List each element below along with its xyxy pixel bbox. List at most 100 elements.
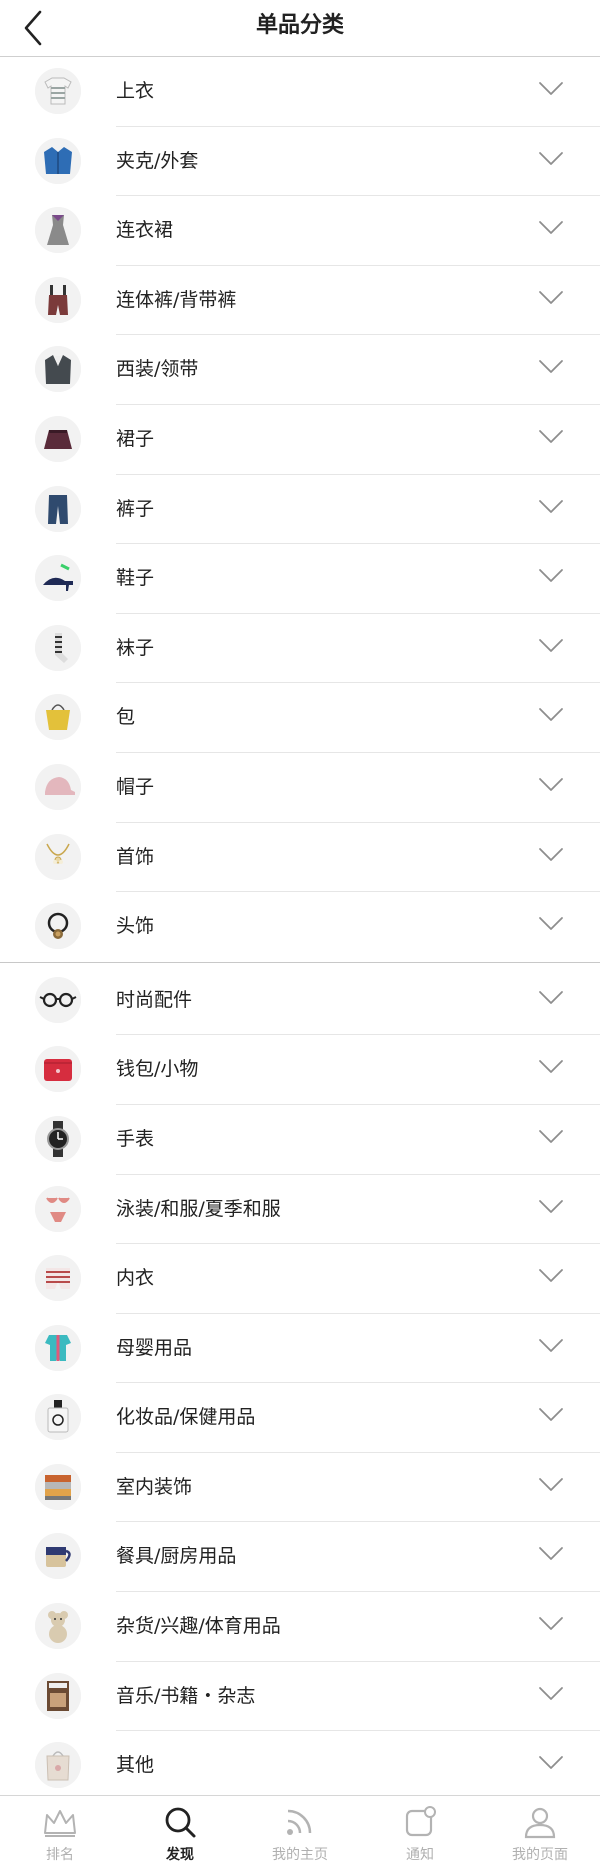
category-label: 夹克/外套 — [116, 149, 199, 172]
tab-crown[interactable]: 排名 — [0, 1796, 120, 1867]
chevron-down-icon[interactable] — [538, 429, 564, 445]
category-label: 餐具/厨房用品 — [116, 1545, 237, 1568]
category-label: 其他 — [116, 1754, 155, 1777]
category-label: 袜子 — [116, 636, 155, 659]
category-section: 时尚配件钱包/小物手表泳装/和服/夏季和服 内衣母婴用品化妆品/保健用品 室内装饰餐… — [0, 966, 600, 1801]
bag-icon — [35, 694, 81, 741]
chevron-down-icon[interactable] — [538, 1477, 564, 1493]
chevron-down-icon[interactable] — [538, 81, 564, 97]
perfume-icon — [35, 1394, 81, 1441]
category-label: 母婴用品 — [116, 1336, 193, 1359]
chevron-down-icon[interactable] — [538, 1338, 564, 1354]
search-icon — [162, 1805, 198, 1839]
category-list: 上衣夹克/外套连衣裙连体裤/背带裤 西装/领带裙子裤子鞋子袜子包帽子首饰头饰时尚配… — [0, 57, 600, 1801]
category-row[interactable]: 夹克/外套 — [0, 127, 600, 197]
category-label: 连体裤/背带裤 — [116, 288, 237, 311]
category-label: 室内装饰 — [116, 1475, 193, 1498]
category-row[interactable]: 钱包/小物 — [0, 1035, 600, 1105]
chevron-down-icon[interactable] — [538, 638, 564, 654]
chevron-down-icon[interactable] — [538, 1129, 564, 1145]
watch-icon — [35, 1115, 81, 1162]
category-label: 头饰 — [116, 915, 155, 938]
category-row[interactable]: 裙子 — [0, 405, 600, 475]
category-label: 音乐/书籍・杂志 — [116, 1684, 256, 1707]
wallet-icon — [35, 1046, 81, 1093]
category-row[interactable]: 音乐/书籍・杂志 — [0, 1662, 600, 1732]
chevron-down-icon[interactable] — [538, 1407, 564, 1423]
category-label: 手表 — [116, 1127, 155, 1150]
category-label: 西装/领带 — [116, 358, 199, 381]
hair-tie-icon — [35, 903, 81, 950]
notification-icon — [402, 1805, 438, 1839]
category-label: 泳装/和服/夏季和服 — [116, 1197, 281, 1220]
high-heel-icon — [35, 555, 81, 602]
category-row[interactable]: 餐具/厨房用品 — [0, 1522, 600, 1593]
category-label: 首饰 — [116, 845, 155, 868]
category-label: 杂货/兴趣/体育用品 — [116, 1615, 281, 1638]
category-label: 裤子 — [116, 497, 155, 520]
category-row[interactable]: 其他 — [0, 1731, 600, 1801]
chevron-down-icon[interactable] — [538, 220, 564, 236]
category-row[interactable]: 室内装饰 — [0, 1453, 600, 1523]
category-row[interactable]: 首饰 — [0, 823, 600, 893]
category-row[interactable]: 母婴用品 — [0, 1314, 600, 1384]
category-row[interactable]: 头饰 — [0, 892, 600, 962]
category-label: 化妆品/保健用品 — [116, 1406, 256, 1429]
tab-feed[interactable]: 我的主页 — [240, 1796, 360, 1867]
chevron-down-icon[interactable] — [538, 990, 564, 1006]
tab-label: 排名 — [46, 1847, 74, 1863]
category-label: 时尚配件 — [116, 988, 193, 1011]
chevron-down-icon[interactable] — [538, 1616, 564, 1632]
category-row[interactable]: 连衣裙 — [0, 196, 600, 266]
chevron-down-icon[interactable] — [538, 359, 564, 375]
chevron-down-icon[interactable] — [538, 707, 564, 723]
category-row[interactable]: 化妆品/保健用品 — [0, 1383, 600, 1453]
tab-label: 我的页面 — [512, 1847, 568, 1863]
category-row[interactable]: 袜子 — [0, 614, 600, 684]
category-row[interactable]: 连体裤/背带裤 — [0, 266, 600, 336]
chevron-down-icon[interactable] — [538, 1755, 564, 1771]
tab-notification[interactable]: 通知 — [360, 1796, 480, 1867]
chevron-down-icon[interactable] — [538, 777, 564, 793]
chevron-down-icon[interactable] — [538, 1199, 564, 1215]
category-row[interactable]: 上衣 — [0, 57, 600, 127]
category-section: 上衣夹克/外套连衣裙连体裤/背带裤 西装/领带裙子裤子鞋子袜子包帽子首饰头饰 — [0, 57, 600, 962]
page-title: 单品分类 — [255, 13, 344, 38]
category-row[interactable]: 裤子 — [0, 475, 600, 545]
feed-icon — [282, 1805, 318, 1839]
category-row[interactable]: 包 — [0, 683, 600, 753]
chevron-down-icon[interactable] — [538, 1686, 564, 1702]
user-icon — [522, 1805, 558, 1839]
category-row[interactable]: 帽子 — [0, 753, 600, 823]
chevron-down-icon[interactable] — [538, 847, 564, 863]
tab-user[interactable]: 我的页面 — [480, 1796, 600, 1867]
chevron-down-icon[interactable] — [538, 568, 564, 584]
chevron-down-icon[interactable] — [538, 151, 564, 167]
category-row[interactable]: 时尚配件 — [0, 966, 600, 1036]
chevron-down-icon[interactable] — [538, 499, 564, 515]
teddy-bear-icon — [35, 1603, 81, 1650]
chevron-down-icon[interactable] — [538, 1059, 564, 1075]
category-row[interactable]: 鞋子 — [0, 544, 600, 614]
chevron-down-icon[interactable] — [538, 290, 564, 306]
category-row[interactable]: 泳装/和服/夏季和服 — [0, 1175, 600, 1245]
chevron-down-icon[interactable] — [538, 1546, 564, 1562]
category-label: 裙子 — [116, 427, 155, 450]
tab-label: 发现 — [166, 1847, 194, 1863]
baby-romper-icon — [35, 1324, 81, 1371]
category-label: 鞋子 — [116, 567, 155, 590]
chevron-down-icon[interactable] — [538, 1268, 564, 1284]
magazine-icon — [35, 1672, 81, 1719]
dress-icon — [35, 207, 81, 254]
category-label: 包 — [116, 706, 136, 729]
tab-search[interactable]: 发现 — [120, 1796, 240, 1867]
category-row[interactable]: 西装/领带 — [0, 335, 600, 405]
chevron-down-icon[interactable] — [538, 916, 564, 932]
bottom-tab-bar: 排名 发现 我的主页 通知 我的页面 — [0, 1795, 600, 1867]
category-row[interactable]: 手表 — [0, 1105, 600, 1175]
category-row[interactable]: 内衣 — [0, 1244, 600, 1314]
socks-icon — [35, 624, 81, 671]
towels-icon — [35, 1463, 81, 1510]
category-row[interactable]: 杂货/兴趣/体育用品 — [0, 1592, 600, 1662]
category-label: 内衣 — [116, 1267, 155, 1290]
